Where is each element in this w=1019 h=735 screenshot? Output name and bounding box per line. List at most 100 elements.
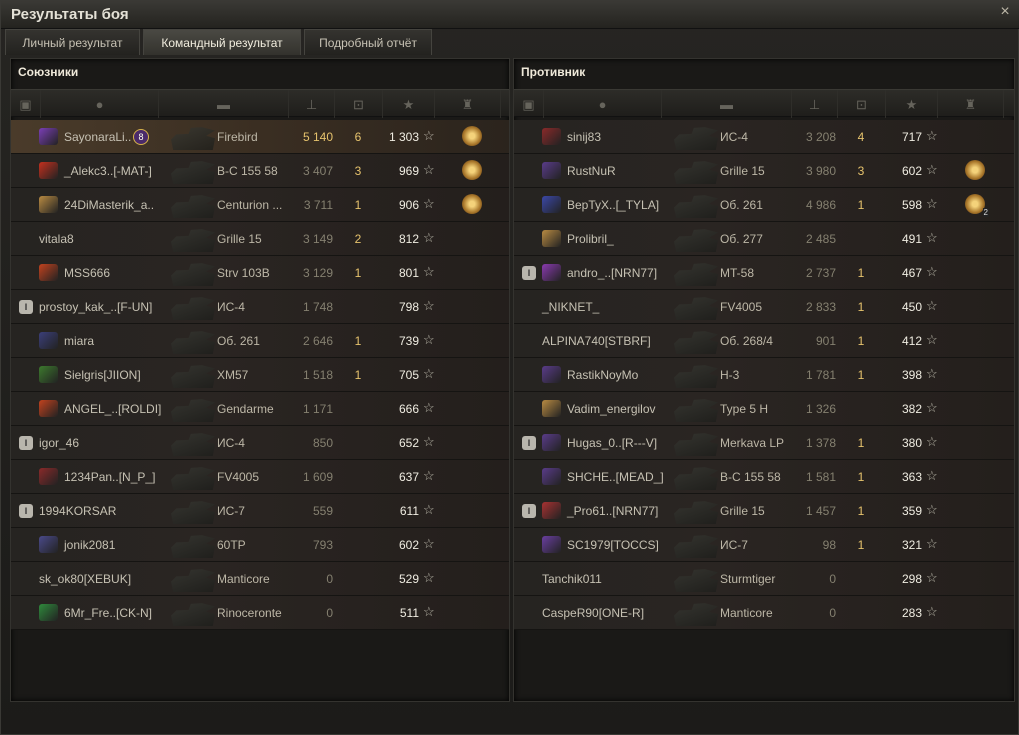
tank-name: B-C 155 58	[217, 164, 278, 178]
xp-value: 602	[901, 164, 922, 178]
player-row[interactable]: CaspeR90[ONE-R] Manticore 0 283 ☆	[514, 596, 1014, 630]
header-platoon-column[interactable]: ▣	[11, 90, 41, 118]
player-row[interactable]: ALPINA740[STBRF] Об. 268/4 901 1 412 ☆	[514, 324, 1014, 358]
xp-value: 812	[398, 232, 419, 246]
player-row[interactable]: sk_ok80[XEBUK] Manticore 0 529 ☆	[11, 562, 509, 596]
player-row[interactable]: _Alekc3..[-MAT-] B-C 155 58 3 407 3 969 ☆	[11, 154, 509, 188]
player-row[interactable]: I _Pro61..[NRN77] Grille 15 1 457 1 359 ☆	[514, 494, 1014, 528]
allies-panel: Союзники ▣ ● ▬ ⊥ ⊡ ★ ♜ SayonaraLi.. 8 Firebird 5 …	[10, 58, 510, 702]
player-row[interactable]: 6Mr_Fre..[CK-N] Rinoceronte 0 511 ☆	[11, 596, 509, 630]
kills-value: 1	[857, 368, 865, 382]
header-tank-column[interactable]: ▬	[662, 90, 792, 118]
header-medal-column[interactable]: ♜	[435, 90, 501, 118]
damage-value: 3 980	[805, 164, 836, 178]
clan-emblem-icon	[542, 366, 561, 383]
player-name: Tanchik011	[542, 572, 602, 586]
clan-emblem-icon	[39, 128, 58, 145]
player-row[interactable]: SayonaraLi.. 8 Firebird 5 140 6 1 303 ☆	[11, 120, 509, 154]
player-row[interactable]: miara Об. 261 2 646 1 739 ☆	[11, 324, 509, 358]
tank-name: Об. 261	[720, 198, 763, 212]
player-name: ВерТуХ..[_TYLA]	[567, 198, 660, 212]
tank-icon	[674, 501, 718, 524]
clan-emblem-icon	[542, 468, 561, 485]
tank-icon	[674, 127, 718, 150]
damage-value: 3 711	[303, 198, 333, 212]
header-player-column[interactable]: ●	[544, 90, 662, 118]
damage-value: 2 646	[302, 334, 333, 348]
header-damage-column[interactable]: ⊥	[289, 90, 335, 118]
tank-icon	[674, 433, 718, 456]
header-xp-column[interactable]: ★	[383, 90, 435, 118]
clan-emblem-icon	[542, 230, 561, 247]
player-row[interactable]: 1234Pan..[N_P_] FV4005 1 609 637 ☆	[11, 460, 509, 494]
player-row[interactable]: Iandro_..[NRN77] MT-58 2 737 1 467 ☆	[514, 256, 1014, 290]
player-row[interactable]: vitala8 Grille 15 3 149 2 812 ☆	[11, 222, 509, 256]
kills-value: 1	[857, 198, 865, 212]
player-row[interactable]: jonik2081 60TP 793 602 ☆	[11, 528, 509, 562]
player-row[interactable]: _NIKNET_ FV4005 2 833 1 450 ☆	[514, 290, 1014, 324]
medal-icon: 2	[965, 194, 989, 217]
xp-value: 511	[399, 606, 419, 620]
player-row[interactable]: I Hugas_0..[R---V] Merkava LP 1 378 1 380 ☆	[514, 426, 1014, 460]
star-icon: ☆	[926, 128, 938, 143]
header-kills-column[interactable]: ⊡	[838, 90, 886, 118]
tank-icon: ▬	[217, 96, 230, 112]
player-name: Hugas_0..[R---V]	[567, 436, 658, 450]
player-row[interactable]: Sielgris[JIION] XM57 1 518 1 705 ☆	[11, 358, 509, 392]
player-row[interactable]: Iigor_46 ИС-4 850 652 ☆	[11, 426, 509, 460]
tank-name: Type 5 H	[720, 402, 769, 416]
damage-value: 0	[829, 572, 836, 586]
header-tank-column[interactable]: ▬	[159, 90, 289, 118]
kills-value: 1	[857, 504, 865, 518]
star-icon: ☆	[423, 332, 435, 347]
tab-detailed-report[interactable]: Подробный отчёт	[304, 29, 432, 55]
header-damage-column[interactable]: ⊥	[792, 90, 838, 118]
tab-team-result[interactable]: Командный результат	[143, 29, 301, 55]
player-row[interactable]: 24DiMasterik_a.. Centurion ... 3 711 1 906 ☆	[11, 188, 509, 222]
player-name: prostoy_kak_..[F-UN]	[39, 300, 153, 314]
enemies-rows: sinij83 ИС-4 3 208 4 717 ☆ RustNuR Grille 15 3 9…	[514, 120, 1014, 630]
xp-value: 363	[901, 470, 922, 484]
player-row[interactable]: RustNuR Grille 15 3 980 3 602 ☆	[514, 154, 1014, 188]
player-row[interactable]: Prolibril_ Об. 277 2 485 491 ☆	[514, 222, 1014, 256]
damage-value: 1 609	[302, 470, 333, 484]
xp-value: 801	[398, 266, 419, 280]
header-platoon-column[interactable]: ▣	[514, 90, 544, 118]
player-row[interactable]: Iprostoy_kak_..[F-UN] ИС-4 1 748 798 ☆	[11, 290, 509, 324]
star-icon: ☆	[423, 264, 435, 279]
player-row[interactable]: I 1994KORSAR ИС-7 559 611 ☆	[11, 494, 509, 528]
player-row[interactable]: MSS666 Strv 103B 3 129 1 801 ☆	[11, 256, 509, 290]
player-row[interactable]: sinij83 ИС-4 3 208 4 717 ☆	[514, 120, 1014, 154]
clan-emblem-icon	[542, 502, 561, 519]
tank-name: Merkava LP	[720, 436, 785, 450]
player-row[interactable]: SHCHE..[MEAD_] B-C 155 58 1 581 1 363 ☆	[514, 460, 1014, 494]
header-kills-column[interactable]: ⊡	[335, 90, 383, 118]
header-xp-column[interactable]: ★	[886, 90, 938, 118]
player-name: _Pro61..[NRN77]	[567, 504, 659, 518]
tab-personal-result[interactable]: Личный результат	[5, 29, 140, 55]
close-icon[interactable]: ×	[996, 3, 1014, 21]
kills-value: 6	[354, 130, 362, 144]
player-row[interactable]: ANGEL_..[ROLDI] Gendarme 1 171 666 ☆	[11, 392, 509, 426]
player-row[interactable]: Vadim_energilov Type 5 H 1 326 382 ☆	[514, 392, 1014, 426]
medal-count: 2	[982, 208, 989, 217]
tank-icon	[674, 569, 718, 592]
tank-icon	[171, 569, 215, 592]
header-player-column[interactable]: ●	[41, 90, 159, 118]
tank-icon	[171, 603, 215, 626]
xp-value: 321	[901, 538, 922, 552]
xp-value: 491	[901, 232, 922, 246]
player-icon: ●	[598, 96, 607, 112]
player-row[interactable]: Tanchik011 Sturmtiger 0 298 ☆	[514, 562, 1014, 596]
player-row[interactable]: RastikNoyMo H-3 1 781 1 398 ☆	[514, 358, 1014, 392]
header-medal-column[interactable]: ♜	[938, 90, 1004, 118]
player-name: Sielgris[JIION]	[64, 368, 141, 382]
platoon-icon: I	[522, 436, 536, 450]
damage-value: 1 171	[302, 402, 333, 416]
player-row[interactable]: ВерТуХ..[_TYLA] Об. 261 4 986 1 598 ☆ 2	[514, 188, 1014, 222]
clan-emblem-icon	[39, 332, 58, 349]
player-row[interactable]: SC1979[TOCCS] ИС-7 98 1 321 ☆	[514, 528, 1014, 562]
clan-emblem-icon	[542, 128, 561, 145]
star-icon: ☆	[926, 332, 938, 347]
star-icon: ☆	[926, 400, 938, 415]
